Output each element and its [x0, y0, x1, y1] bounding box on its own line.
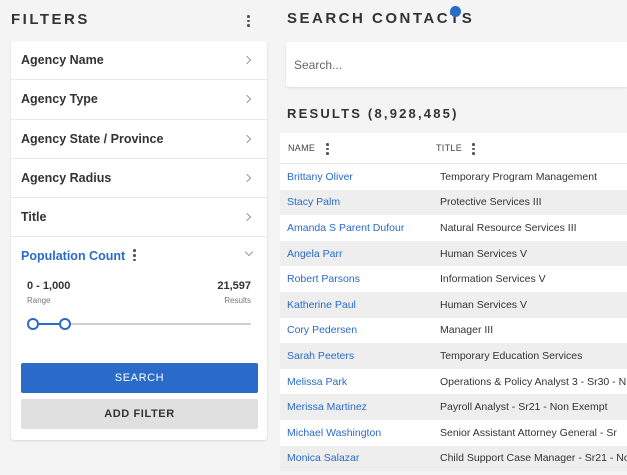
table-row[interactable]: Stacy Palm Protective Services III — [280, 189, 627, 216]
table-row[interactable]: Cory Pedersen Manager III — [280, 317, 627, 344]
filter-label: Agency Type — [21, 92, 98, 107]
search-contacts-title: SEARCH CONTACTS — [287, 10, 475, 27]
results-title: RESULTS (8,928,485) — [287, 106, 459, 121]
search-button[interactable]: SEARCH — [21, 363, 258, 393]
table-row[interactable]: Brittany Oliver Temporary Program Managem… — [280, 164, 627, 190]
table-header: NAME TITLE — [280, 133, 627, 164]
table-row[interactable]: Sarah Peeters Temporary Education Service… — [280, 343, 627, 369]
contact-title: Manager III — [440, 324, 494, 337]
contact-name-link[interactable]: Stacy Palm — [287, 196, 340, 208]
filter-agency-name[interactable]: Agency Name — [11, 41, 267, 81]
chevron-right-icon — [242, 134, 252, 143]
column-name-more-icon[interactable] — [326, 143, 329, 155]
filter-label: Agency Name — [21, 53, 104, 68]
filter-agency-radius[interactable]: Agency Radius — [11, 159, 267, 199]
table-row[interactable]: Amanda S Parent Dufour Natural Resource S… — [280, 215, 627, 241]
contact-title: Information Services V — [440, 273, 546, 286]
chevron-down-icon[interactable] — [244, 248, 254, 257]
contact-title: Temporary Education Services — [440, 349, 583, 362]
range-value: 0 - 1,000 — [27, 280, 71, 293]
contact-name-link[interactable]: Melissa Park — [287, 376, 347, 388]
table-row[interactable]: Merissa Martinez Payroll Analyst - Sr21 -… — [280, 394, 627, 420]
population-body: 0 - 1,000 Range 21,597 Results — [11, 275, 267, 345]
slider-thumb-max[interactable] — [58, 318, 71, 331]
contact-title: Human Services V — [440, 247, 527, 260]
filter-agency-state[interactable]: Agency State / Province — [11, 120, 267, 159]
filter-label: Agency State / Province — [21, 131, 164, 146]
add-filter-button[interactable]: ADD FILTER — [21, 399, 258, 429]
contact-title: Temporary Program Management — [440, 170, 597, 183]
contact-name-link[interactable]: Cory Pedersen — [287, 324, 357, 336]
table-row[interactable]: Melissa Park Operations & Policy Analyst … — [280, 368, 627, 395]
table-body: Brittany Oliver Temporary Program Managem… — [280, 164, 627, 472]
filter-title[interactable]: Title — [11, 198, 267, 238]
contact-name-link[interactable]: Sarah Peeters — [287, 350, 354, 362]
contact-title: Child Support Case Manager - Sr21 - No — [440, 452, 627, 465]
chevron-right-icon — [242, 95, 252, 104]
filters-header: FILTERS — [11, 10, 267, 32]
search-box — [286, 42, 627, 87]
filters-panel: Agency Name Agency Type Agency State / P… — [11, 41, 267, 440]
contact-name-link[interactable]: Merissa Martinez — [287, 401, 367, 413]
contact-title: Protective Services III — [440, 196, 542, 209]
chevron-right-icon — [242, 213, 252, 222]
filter-label: Agency Radius — [21, 171, 112, 186]
results-table: NAME TITLE Brittany Oliver Temporary Prog… — [280, 133, 627, 472]
filter-label: Title — [21, 210, 47, 225]
filters-title: FILTERS — [11, 11, 90, 28]
population-range-slider[interactable] — [27, 317, 251, 331]
results-caption: Results — [224, 296, 251, 306]
contact-title: Operations & Policy Analyst 3 - Sr30 - N — [440, 375, 627, 388]
table-row[interactable]: Katherine Paul Human Services V — [280, 291, 627, 318]
table-row[interactable]: Monica Salazar Child Support Case Manager… — [280, 445, 627, 472]
contact-name-link[interactable]: Amanda S Parent Dufour — [287, 222, 404, 234]
filter-agency-type[interactable]: Agency Type — [11, 80, 267, 120]
table-row[interactable]: Robert Parsons Information Services V — [280, 266, 627, 292]
population-more-icon[interactable] — [133, 249, 136, 262]
contact-name-link[interactable]: Katherine Paul — [287, 299, 356, 311]
search-input[interactable] — [294, 54, 614, 76]
contact-name-link[interactable]: Michael Washington — [287, 427, 381, 439]
column-header-name[interactable]: NAME — [288, 143, 315, 153]
column-header-title[interactable]: TITLE — [436, 143, 462, 153]
chevron-right-icon — [242, 173, 252, 183]
contact-title: Senior Assistant Attorney General - Sr — [440, 426, 617, 439]
population-header: Population Count — [11, 237, 267, 275]
range-caption: Range — [27, 296, 51, 306]
contact-title: Human Services V — [440, 298, 527, 311]
contact-title: Payroll Analyst - Sr21 - Non Exempt — [440, 401, 608, 414]
column-title-more-icon[interactable] — [472, 143, 475, 155]
contact-name-link[interactable]: Monica Salazar — [287, 452, 359, 464]
contact-name-link[interactable]: Brittany Oliver — [287, 171, 353, 183]
filter-population-count: Population Count 0 - 1,000 Range 21,597 … — [11, 237, 267, 345]
table-row[interactable]: Angela Parr Human Services V — [280, 240, 627, 267]
table-row[interactable]: Michael Washington Senior Assistant Attor… — [280, 419, 627, 446]
contact-name-link[interactable]: Robert Parsons — [287, 273, 360, 285]
population-label[interactable]: Population Count — [21, 249, 125, 263]
contact-name-link[interactable]: Angela Parr — [287, 248, 342, 260]
filters-more-icon[interactable] — [247, 15, 250, 27]
results-value: 21,597 — [217, 280, 251, 293]
slider-thumb-min[interactable] — [27, 318, 39, 331]
chevron-right-icon — [242, 55, 252, 65]
notification-dot-icon — [450, 6, 461, 17]
contact-title: Natural Resource Services III — [440, 221, 577, 234]
